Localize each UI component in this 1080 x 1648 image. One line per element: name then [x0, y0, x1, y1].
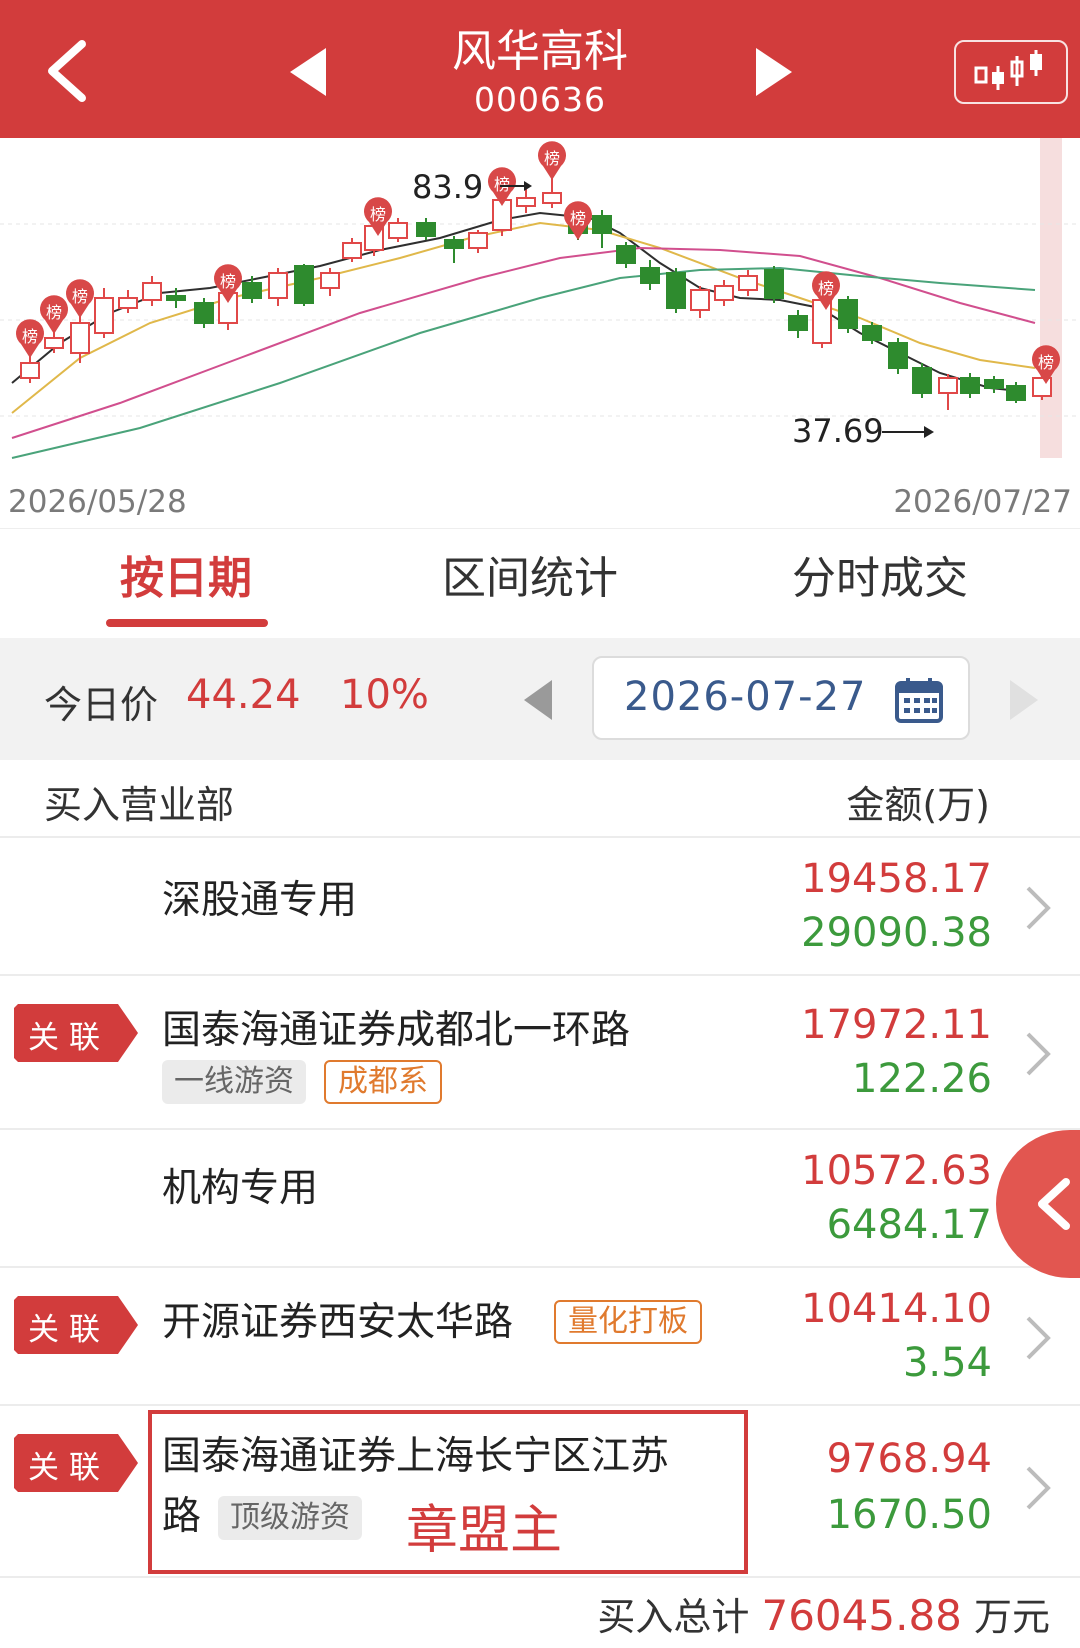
svg-text:榜: 榜: [72, 287, 88, 306]
chart-low-label: 37.69: [792, 412, 884, 450]
svg-text:榜: 榜: [1038, 353, 1054, 372]
buy-amount: 19458.17: [801, 856, 992, 902]
buy-total-value: 76045.88: [761, 1591, 962, 1640]
svg-text:榜: 榜: [220, 272, 236, 291]
related-badge: 关联: [14, 1434, 138, 1492]
tag-label: 量化打板: [554, 1300, 702, 1344]
tab-intraday-trades[interactable]: 分时成交: [780, 549, 980, 619]
kline-toggle-button[interactable]: [954, 40, 1068, 104]
today-price-label: 今日价: [44, 683, 159, 727]
list-header: 买入营业部 金额(万): [0, 760, 1080, 838]
svg-text:榜: 榜: [570, 209, 586, 228]
top-bar: 风华高科 000636: [0, 0, 1080, 138]
buy-total: 买入总计 76045.88 万元: [597, 1586, 1050, 1641]
next-stock-icon[interactable]: [748, 44, 798, 100]
buy-amount: 10414.10: [801, 1286, 992, 1332]
next-date-icon[interactable]: [1006, 678, 1042, 722]
tag-label: 成都系: [324, 1060, 442, 1104]
selected-date: 2026-07-27: [624, 674, 867, 720]
branch-name: 深股通专用: [162, 878, 358, 923]
active-tab-indicator: [106, 619, 268, 627]
tab-bar: 按日期 区间统计 分时成交: [0, 528, 1080, 638]
sell-amount: 29090.38: [801, 910, 992, 956]
chevron-right-icon: [1026, 1032, 1051, 1076]
buy-amount: 17972.11: [801, 1002, 992, 1048]
svg-text:榜: 榜: [370, 205, 386, 224]
price-bar: 今日价 44.24 10% 2026-07-27: [0, 638, 1080, 760]
date-picker[interactable]: 2026-07-27: [592, 656, 970, 740]
buy-amount: 10572.63: [801, 1148, 992, 1194]
list-item[interactable]: 关联 开源证券西安太华路 量化打板 10414.10 3.54: [0, 1268, 1080, 1406]
sell-amount: 1670.50: [826, 1492, 992, 1538]
tab-range-stats[interactable]: 区间统计: [430, 549, 630, 619]
chevron-right-icon: [1026, 886, 1051, 930]
amount-header: 金额(万): [846, 783, 990, 827]
svg-text:榜: 榜: [494, 175, 510, 194]
svg-text:榜: 榜: [544, 149, 560, 168]
kline-chart[interactable]: 榜榜榜榜榜榜榜榜榜榜 83.9 37.69 2026/05/28 2026/07…: [0, 138, 1080, 528]
chevron-left-icon: [1038, 1178, 1070, 1230]
related-badge: 关联: [14, 1004, 138, 1062]
today-price-value: 44.24: [186, 672, 301, 718]
tag-label: 一线游资: [162, 1060, 306, 1104]
chart-end-date: 2026/07/27: [893, 484, 1072, 520]
svg-text:榜: 榜: [818, 279, 834, 298]
annotation-label: 章盟主: [406, 1501, 563, 1561]
related-badge: 关联: [14, 1296, 138, 1354]
stock-name: 风华高科: [452, 26, 628, 77]
stock-code: 000636: [474, 80, 606, 119]
buy-total-unit: 万元: [973, 1595, 1050, 1639]
sell-amount: 122.26: [852, 1056, 992, 1102]
branch-name: 机构专用: [162, 1166, 319, 1211]
svg-text:榜: 榜: [46, 303, 62, 322]
sell-amount: 6484.17: [826, 1202, 992, 1248]
today-change-percent: 10%: [340, 672, 429, 718]
list-item[interactable]: 关联 国泰海通证券成都北一环路 一线游资 成都系 17972.11 122.26: [0, 976, 1080, 1130]
chart-start-date: 2026/05/28: [8, 484, 187, 520]
buy-branch-header: 买入营业部: [44, 783, 235, 827]
candlestick-icon: [974, 50, 1042, 90]
previous-date-icon[interactable]: [520, 678, 556, 722]
list-item[interactable]: 深股通专用 19458.17 29090.38: [0, 838, 1080, 976]
branch-name: 开源证券西安太华路: [162, 1300, 514, 1345]
kline-svg: 榜榜榜榜榜榜榜榜榜榜: [0, 138, 1080, 459]
chart-high-label: 83.9: [412, 168, 484, 206]
calendar-icon: [895, 678, 943, 723]
chevron-right-icon: [1026, 1316, 1051, 1360]
svg-text:榜: 榜: [22, 327, 38, 346]
tab-by-date[interactable]: 按日期: [86, 549, 286, 619]
list-item[interactable]: 机构专用 10572.63 6484.17: [0, 1130, 1080, 1268]
buy-amount: 9768.94: [826, 1436, 992, 1482]
buy-total-label: 买入总计: [597, 1595, 750, 1639]
chevron-right-icon: [1026, 1466, 1051, 1510]
branch-name: 国泰海通证券成都北一环路: [162, 1008, 631, 1053]
sell-amount: 3.54: [902, 1340, 992, 1386]
